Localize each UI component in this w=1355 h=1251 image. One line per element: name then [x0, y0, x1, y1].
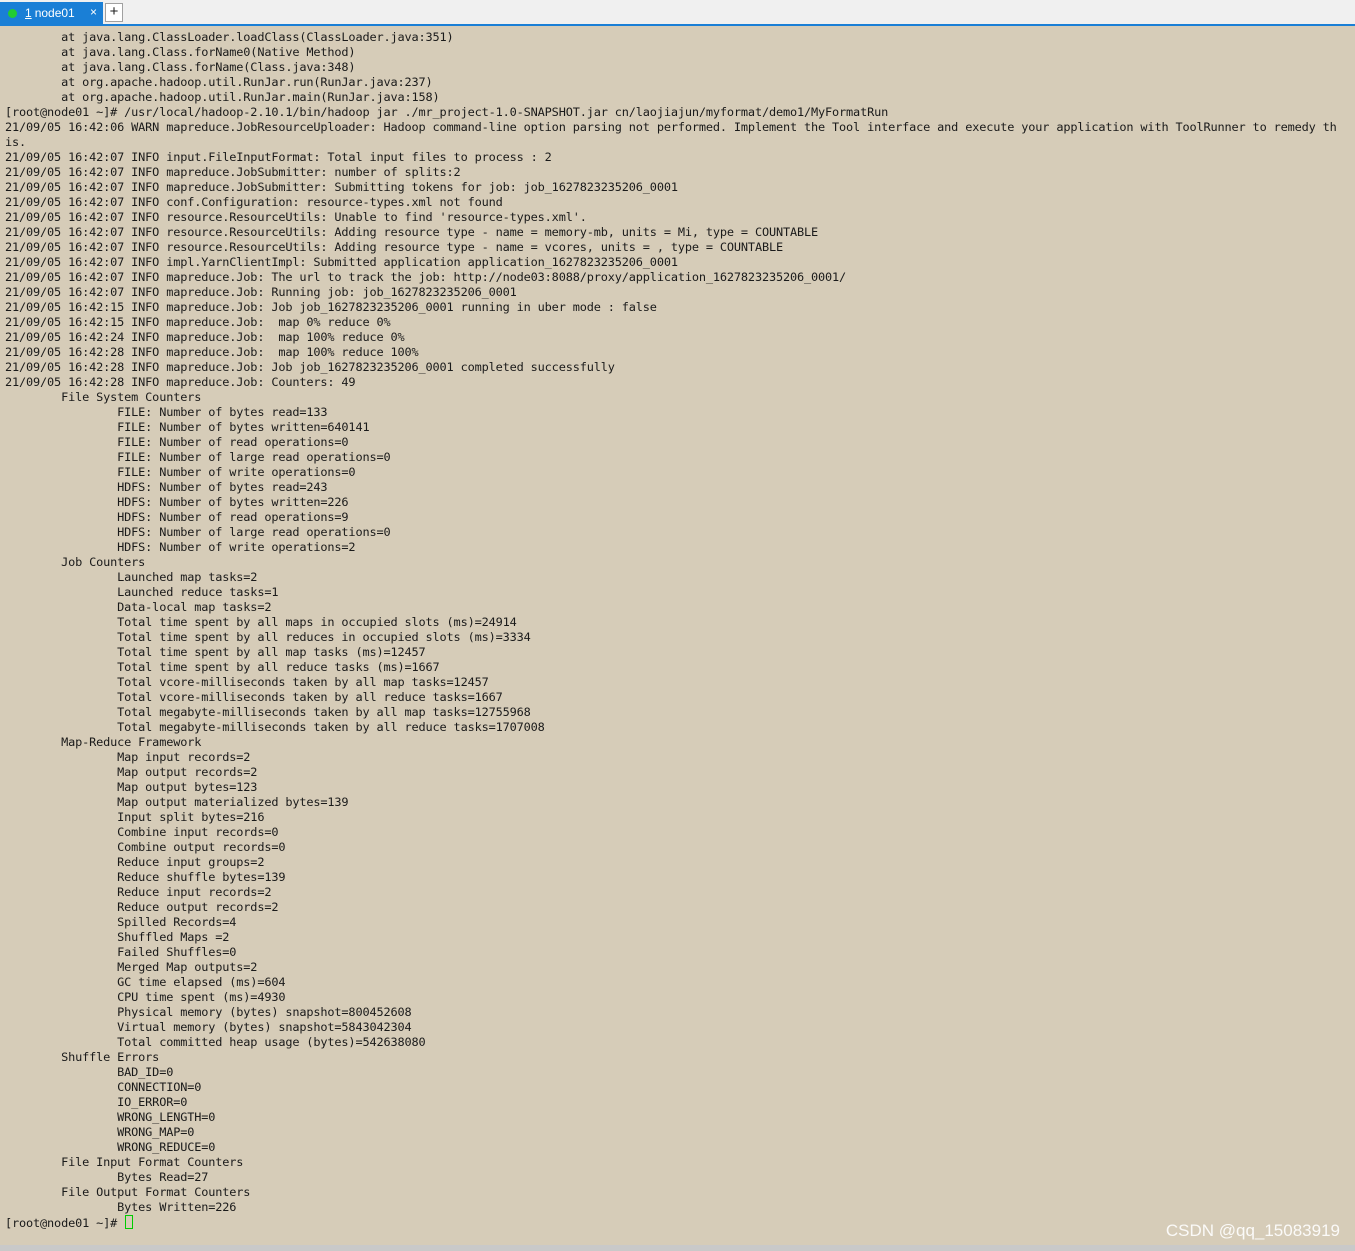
terminal-line: Total megabyte-milliseconds taken by all… — [5, 720, 545, 734]
terminal-line: CPU time spent (ms)=4930 — [5, 990, 286, 1004]
terminal-output[interactable]: at java.lang.ClassLoader.loadClass(Class… — [5, 30, 1350, 1244]
terminal-line: HDFS: Number of write operations=2 — [5, 540, 356, 554]
terminal-line: Bytes Read=27 — [5, 1170, 209, 1184]
terminal-line: HDFS: Number of large read operations=0 — [5, 525, 391, 539]
bottom-strip — [0, 1245, 1355, 1251]
close-icon[interactable]: × — [90, 5, 97, 19]
terminal-line: File Output Format Counters — [5, 1185, 251, 1199]
terminal-line: Input split bytes=216 — [5, 810, 265, 824]
terminal-line: 21/09/05 16:42:07 INFO input.FileInputFo… — [5, 150, 552, 164]
terminal-line: 21/09/05 16:42:28 INFO mapreduce.Job: Co… — [5, 375, 356, 389]
connection-status-icon — [8, 8, 17, 18]
terminal-line: WRONG_MAP=0 — [5, 1125, 195, 1139]
terminal-line: Failed Shuffles=0 — [5, 945, 237, 959]
new-tab-button[interactable]: + — [105, 3, 123, 22]
terminal-line: Total committed heap usage (bytes)=54263… — [5, 1035, 426, 1049]
terminal-line: Total time spent by all maps in occupied… — [5, 615, 517, 629]
terminal-line: Merged Map outputs=2 — [5, 960, 258, 974]
terminal-line: FILE: Number of bytes written=640141 — [5, 420, 370, 434]
terminal-line: Launched map tasks=2 — [5, 570, 258, 584]
terminal-line: 21/09/05 16:42:07 INFO resource.Resource… — [5, 225, 819, 239]
terminal-line: 21/09/05 16:42:07 INFO resource.Resource… — [5, 240, 783, 254]
terminal-line: IO_ERROR=0 — [5, 1095, 188, 1109]
terminal-line: HDFS: Number of read operations=9 — [5, 510, 349, 524]
terminal-line: BAD_ID=0 — [5, 1065, 174, 1079]
terminal-line: Combine input records=0 — [5, 825, 279, 839]
terminal-line: 21/09/05 16:42:07 INFO impl.YarnClientIm… — [5, 255, 678, 269]
terminal-line: Shuffled Maps =2 — [5, 930, 230, 944]
tab-label: node01 — [34, 6, 75, 20]
terminal-line: 21/09/05 16:42:07 INFO mapreduce.Job: Th… — [5, 270, 847, 284]
terminal-line: File Input Format Counters — [5, 1155, 244, 1169]
terminal-line: Total vcore-milliseconds taken by all re… — [5, 690, 503, 704]
terminal-line: Total time spent by all reduce tasks (ms… — [5, 660, 440, 674]
terminal-line: WRONG_REDUCE=0 — [5, 1140, 216, 1154]
terminal-line: is. — [5, 135, 27, 149]
terminal-line: Virtual memory (bytes) snapshot=58430423… — [5, 1020, 412, 1034]
terminal-line: HDFS: Number of bytes written=226 — [5, 495, 349, 509]
terminal-line: GC time elapsed (ms)=604 — [5, 975, 286, 989]
terminal-line: 21/09/05 16:42:07 INFO mapreduce.Job: Ru… — [5, 285, 517, 299]
terminal-line: at java.lang.ClassLoader.loadClass(Class… — [5, 30, 454, 44]
tab-node01[interactable]: 1 node01 × — [0, 2, 103, 24]
terminal-line: 21/09/05 16:42:07 INFO resource.Resource… — [5, 210, 587, 224]
terminal-line: Map input records=2 — [5, 750, 251, 764]
tab-number: 1 — [25, 6, 32, 20]
terminal-line: Reduce input groups=2 — [5, 855, 265, 869]
terminal-line: Map output bytes=123 — [5, 780, 258, 794]
terminal-line: Combine output records=0 — [5, 840, 286, 854]
terminal-line: 21/09/05 16:42:06 WARN mapreduce.JobReso… — [5, 120, 1337, 134]
terminal-line: Reduce shuffle bytes=139 — [5, 870, 286, 884]
terminal-line: FILE: Number of write operations=0 — [5, 465, 356, 479]
terminal-line: 21/09/05 16:42:28 INFO mapreduce.Job: Jo… — [5, 360, 615, 374]
terminal-line: Map-Reduce Framework — [5, 735, 202, 749]
terminal-line: 21/09/05 16:42:24 INFO mapreduce.Job: ma… — [5, 330, 405, 344]
terminal-line: 21/09/05 16:42:15 INFO mapreduce.Job: Jo… — [5, 300, 657, 314]
terminal-line: 21/09/05 16:42:28 INFO mapreduce.Job: ma… — [5, 345, 419, 359]
terminal-line: Total time spent by all map tasks (ms)=1… — [5, 645, 426, 659]
prompt-line[interactable]: [root@node01 ~]# — [5, 1215, 1350, 1230]
terminal-line: Map output materialized bytes=139 — [5, 795, 349, 809]
terminal-line: File System Counters — [5, 390, 202, 404]
terminal-line: FILE: Number of large read operations=0 — [5, 450, 391, 464]
terminal-line: [root@node01 ~]# /usr/local/hadoop-2.10.… — [5, 105, 889, 119]
terminal-line: Total megabyte-milliseconds taken by all… — [5, 705, 531, 719]
terminal-line: FILE: Number of bytes read=133 — [5, 405, 328, 419]
terminal-line: Spilled Records=4 — [5, 915, 237, 929]
terminal-line: Map output records=2 — [5, 765, 258, 779]
terminal-line: CONNECTION=0 — [5, 1080, 202, 1094]
terminal-line: Reduce output records=2 — [5, 900, 279, 914]
terminal-line: Total vcore-milliseconds taken by all ma… — [5, 675, 489, 689]
terminal-line: at org.apache.hadoop.util.RunJar.run(Run… — [5, 75, 433, 89]
tab-bar: 1 node01 × + — [0, 0, 1355, 26]
terminal-line: at org.apache.hadoop.util.RunJar.main(Ru… — [5, 90, 440, 104]
terminal-line: at java.lang.Class.forName0(Native Metho… — [5, 45, 356, 59]
terminal-line: Reduce input records=2 — [5, 885, 272, 899]
terminal-line: 21/09/05 16:42:07 INFO conf.Configuratio… — [5, 195, 503, 209]
terminal-line: WRONG_LENGTH=0 — [5, 1110, 216, 1124]
terminal-line: Bytes Written=226 — [5, 1200, 237, 1214]
terminal-line: 21/09/05 16:42:07 INFO mapreduce.JobSubm… — [5, 165, 461, 179]
terminal-line: HDFS: Number of bytes read=243 — [5, 480, 328, 494]
watermark: CSDN @qq_15083919 — [1165, 1221, 1340, 1240]
shell-prompt: [root@node01 ~]# — [5, 1216, 125, 1230]
terminal-line: Shuffle Errors — [5, 1050, 160, 1064]
terminal-line: Data-local map tasks=2 — [5, 600, 272, 614]
terminal-line: at java.lang.Class.forName(Class.java:34… — [5, 60, 356, 74]
terminal-line: FILE: Number of read operations=0 — [5, 435, 349, 449]
terminal-line: Job Counters — [5, 555, 146, 569]
terminal-line: Total time spent by all reduces in occup… — [5, 630, 531, 644]
text-cursor — [125, 1215, 134, 1229]
terminal-line: Physical memory (bytes) snapshot=8004526… — [5, 1005, 412, 1019]
terminal-line: 21/09/05 16:42:07 INFO mapreduce.JobSubm… — [5, 180, 678, 194]
terminal-line: 21/09/05 16:42:15 INFO mapreduce.Job: ma… — [5, 315, 391, 329]
terminal-line: Launched reduce tasks=1 — [5, 585, 279, 599]
